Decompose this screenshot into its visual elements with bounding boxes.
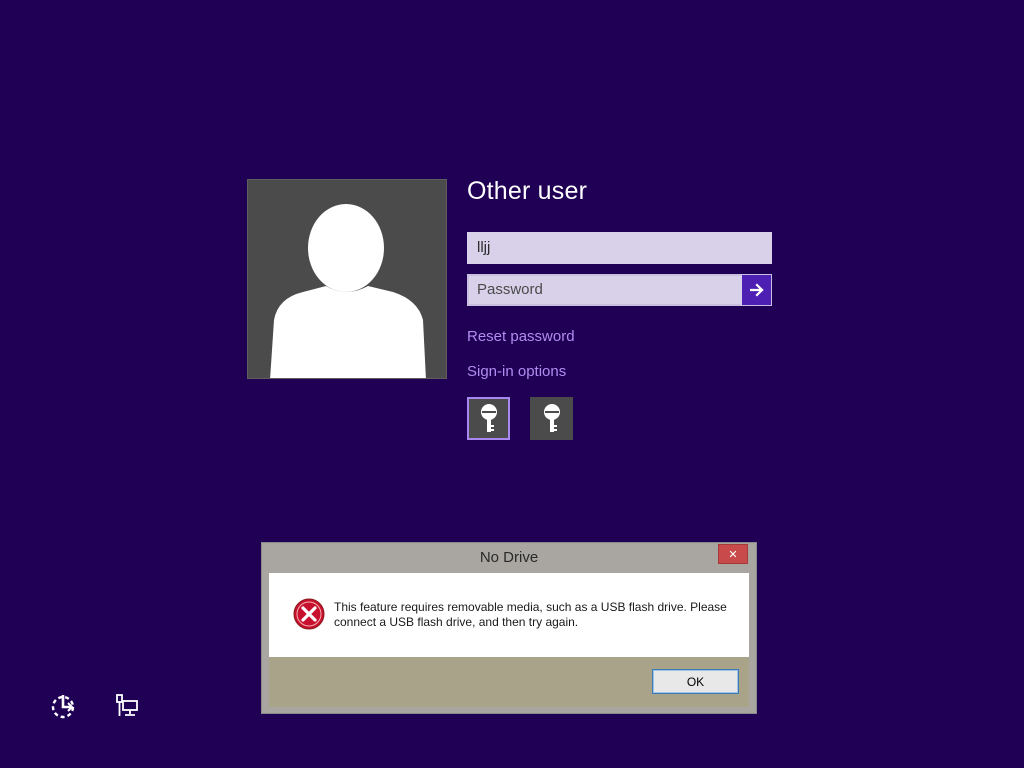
sign-in-options-link[interactable]: Sign-in options xyxy=(467,362,566,382)
dialog-title: No Drive xyxy=(479,549,539,566)
close-icon: ✕ xyxy=(728,547,738,561)
credential-option-password[interactable] xyxy=(467,397,510,440)
credential-option-alternate[interactable] xyxy=(530,397,573,440)
user-silhouette-icon xyxy=(270,204,426,378)
arrow-right-icon xyxy=(749,283,764,297)
username-input[interactable]: lljj xyxy=(467,232,772,264)
ease-of-access-button[interactable] xyxy=(49,692,77,720)
key-icon xyxy=(543,403,560,432)
username-heading: Other user xyxy=(467,177,588,205)
ok-button[interactable]: OK xyxy=(652,669,739,694)
ease-of-access-icon xyxy=(51,695,75,719)
lock-screen: Other user lljj Password Reset password … xyxy=(0,0,1024,768)
dialog-message: This feature requires removable media, s… xyxy=(334,600,727,629)
network-icon xyxy=(116,694,138,716)
dialog-footer: OK xyxy=(269,657,749,707)
network-button[interactable] xyxy=(113,692,141,720)
password-input[interactable]: Password xyxy=(467,274,772,306)
key-icon xyxy=(480,403,497,432)
dialog-body: This feature requires removable media, s… xyxy=(269,573,749,657)
error-icon xyxy=(293,598,325,630)
dialog-close-button[interactable]: ✕ xyxy=(718,544,748,564)
submit-button[interactable] xyxy=(741,275,771,305)
no-drive-dialog: No Drive ✕ This feature requires removab… xyxy=(261,542,757,714)
user-avatar xyxy=(247,179,447,379)
reset-password-link[interactable]: Reset password xyxy=(467,327,575,347)
